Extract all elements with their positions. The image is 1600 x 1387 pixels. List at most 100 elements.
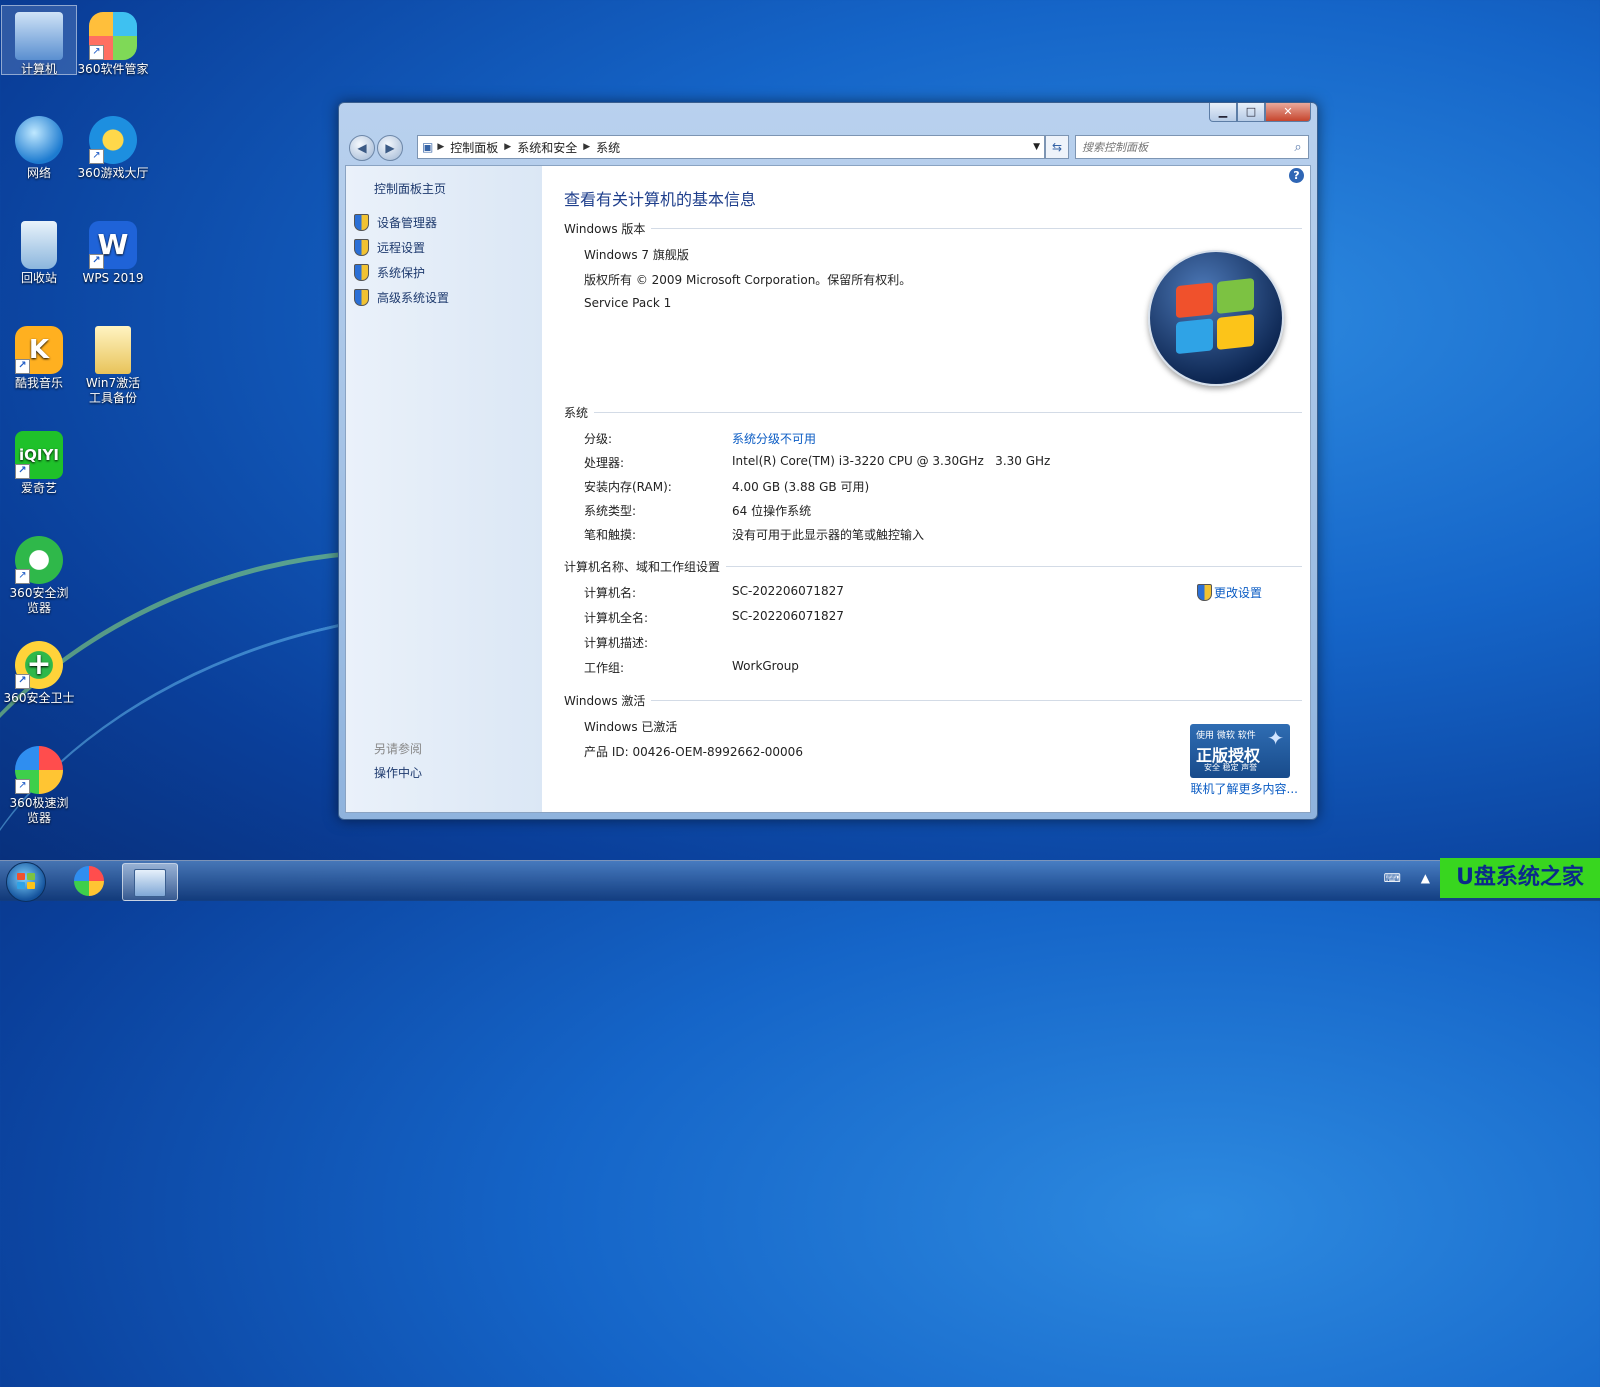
desktop-icon-label: 360软件管家 (77, 62, 149, 76)
divider (651, 228, 1302, 229)
desktop-icon-label: 360安全浏览器 (9, 586, 69, 615)
forward-arrow-icon: ▶ (385, 141, 395, 155)
system-tray: ⌨ ▲ (1384, 871, 1430, 885)
desktop-icon-360-game[interactable]: ↗ 360游戏大厅 (76, 110, 150, 181)
star-icon: ✦ (1267, 726, 1284, 750)
row-value: Intel(R) Core(TM) i3-3220 CPU @ 3.30GHz … (732, 454, 1051, 468)
windows-logo (1148, 250, 1284, 386)
learn-more-link[interactable]: 联机了解更多内容... (1191, 780, 1298, 797)
task-label: 系统保护 (377, 266, 426, 280)
action-center-link[interactable]: 操作中心 (374, 764, 422, 781)
360-security-icon: + ↗ (15, 641, 63, 689)
windows-start-icon (17, 873, 35, 889)
change-settings-link[interactable]: 更改设置 (1196, 584, 1262, 601)
task-remote-settings[interactable]: 远程设置 (354, 239, 425, 256)
desktop-icon-label: 酷我音乐 (14, 376, 63, 390)
close-button[interactable]: ✕ (1265, 103, 1311, 122)
minimize-button[interactable]: ▁ (1209, 103, 1237, 122)
desktop-icon-360-security[interactable]: + ↗ 360安全卫士 (2, 635, 76, 706)
refresh-button[interactable]: ⇆ (1045, 135, 1069, 159)
row-value: SC-202206071827 (732, 609, 844, 623)
address-dropdown-icon[interactable]: ▼ (1033, 142, 1044, 152)
rating-link[interactable]: 系统分级不可用 (732, 430, 816, 447)
desktop-icon-win7-backup[interactable]: Win7激活工具备份 (76, 320, 150, 406)
forward-button[interactable]: ▶ (377, 135, 403, 161)
section-header: 系统 (564, 406, 589, 420)
uac-shield-icon (354, 239, 369, 256)
task-system-protection[interactable]: 系统保护 (354, 264, 425, 281)
360-speed-browser-icon: ↗ (15, 746, 63, 794)
keyboard-icon[interactable]: ⌨ (1384, 871, 1401, 885)
chevron-right-icon: ▶ (504, 142, 512, 152)
chevron-right-icon: ▶ (583, 142, 591, 152)
see-also-heading: 另请参阅 (374, 742, 423, 756)
copyright-text: 版权所有 © 2009 Microsoft Corporation。保留所有权利… (584, 273, 912, 287)
row-label: 分级: (584, 432, 613, 446)
start-button[interactable] (6, 862, 46, 902)
row-label: 安装内存(RAM): (584, 480, 672, 494)
row-label: 工作组: (584, 661, 625, 675)
content-area: 控制面板主页 设备管理器 远程设置 系统保护 高级系统设置 另请参阅 操作中心 … (345, 165, 1311, 813)
desktop-icon-label: 360游戏大厅 (77, 166, 149, 180)
row-label: 计算机全名: (584, 611, 649, 625)
section-windows-edition: Windows 版本 (564, 220, 1302, 237)
desktop-icon-computer[interactable]: 计算机 (1, 5, 77, 76)
row-label: 计算机名: (584, 586, 637, 600)
breadcrumb-system[interactable]: 系统 (590, 139, 626, 156)
search-input[interactable] (1076, 139, 1288, 155)
360-browser-icon: ↗ (15, 536, 63, 584)
back-button[interactable]: ◀ (349, 135, 375, 161)
desktop-icon-label: WPS 2019 (82, 271, 144, 285)
navigation-bar: ◀ ▶ ▣ ▶ 控制面板 ▶ 系统和安全 ▶ 系统 ▼ ⇆ ⌕ (345, 133, 1311, 161)
activation-status: Windows 已激活 (584, 720, 678, 734)
desktop-icon-recycle-bin[interactable]: 回收站 (2, 215, 76, 286)
show-hidden-icons-icon[interactable]: ▲ (1421, 871, 1430, 885)
control-panel-icon (134, 869, 166, 897)
desktop-icon-iqiyi[interactable]: iQIYI ↗ 爱奇艺 (2, 425, 76, 496)
breadcrumb-control-panel[interactable]: 控制面板 (444, 139, 504, 156)
row-label: 笔和触摸: (584, 528, 637, 542)
section-header: Windows 激活 (564, 694, 646, 708)
breadcrumb-system-security[interactable]: 系统和安全 (511, 139, 583, 156)
search-icon[interactable]: ⌕ (1288, 140, 1308, 155)
address-bar[interactable]: ▣ ▶ 控制面板 ▶ 系统和安全 ▶ 系统 ▼ (417, 135, 1045, 159)
windows-flag-icon (1176, 278, 1256, 356)
task-advanced-settings[interactable]: 高级系统设置 (354, 289, 449, 306)
desktop-icon-360-speed-browser[interactable]: ↗ 360极速浏览器 (2, 740, 76, 826)
360-speed-browser-icon (74, 866, 104, 896)
left-task-pane: 控制面板主页 设备管理器 远程设置 系统保护 高级系统设置 另请参阅 操作中心 (346, 166, 542, 812)
search-box[interactable]: ⌕ (1075, 135, 1309, 159)
desktop-icon-360-browser[interactable]: ↗ 360安全浏览器 (2, 530, 76, 616)
desktop-icon-360-software[interactable]: ↗ 360软件管家 (76, 6, 150, 77)
taskbar-360-speed-browser[interactable] (62, 863, 116, 899)
caption-buttons: ▁ □ ✕ (1209, 103, 1311, 122)
row-value: WorkGroup (732, 659, 799, 673)
maximize-button[interactable]: □ (1237, 103, 1265, 122)
section-header: Windows 版本 (564, 222, 646, 236)
main-pane: 查看有关计算机的基本信息 Windows 版本 Windows 7 旗舰版 版权… (564, 166, 1302, 812)
control-panel-icon: ▣ (422, 140, 434, 154)
recycle-bin-icon (21, 221, 57, 269)
refresh-icon: ⇆ (1051, 140, 1063, 154)
folder-icon (95, 326, 131, 374)
task-device-manager[interactable]: 设备管理器 (354, 214, 437, 231)
taskbar-control-panel[interactable] (122, 863, 178, 901)
watermark: U盘系统之家 (1440, 858, 1600, 898)
desktop-icon-label: 网络 (26, 166, 51, 180)
desktop-icon-wps[interactable]: W ↗ WPS 2019 (76, 215, 150, 286)
desktop-icon-kuwo[interactable]: K ↗ 酷我音乐 (2, 320, 76, 391)
product-id: 产品 ID: 00426-OEM-8992662-00006 (584, 745, 803, 759)
desktop-icon-network[interactable]: 网络 (2, 110, 76, 181)
back-arrow-icon: ◀ (357, 141, 367, 155)
desktop-icon-label: 360极速浏览器 (9, 796, 69, 825)
divider (726, 566, 1302, 567)
badge-caption: 使用 微软 软件 (1196, 731, 1256, 741)
desktop-icon-label: Win7激活工具备份 (85, 376, 141, 405)
computer-icon (15, 12, 63, 60)
control-panel-home-link[interactable]: 控制面板主页 (374, 180, 446, 197)
system-properties-window: ▁ □ ✕ ◀ ▶ ▣ ▶ 控制面板 ▶ 系统和安全 ▶ 系统 ▼ ⇆ ⌕ 控制… (338, 102, 1318, 820)
section-system: 系统 (564, 404, 1302, 421)
360-software-icon: ↗ (89, 12, 137, 60)
chevron-right-icon: ▶ (437, 142, 445, 152)
row-label: 系统类型: (584, 504, 637, 518)
